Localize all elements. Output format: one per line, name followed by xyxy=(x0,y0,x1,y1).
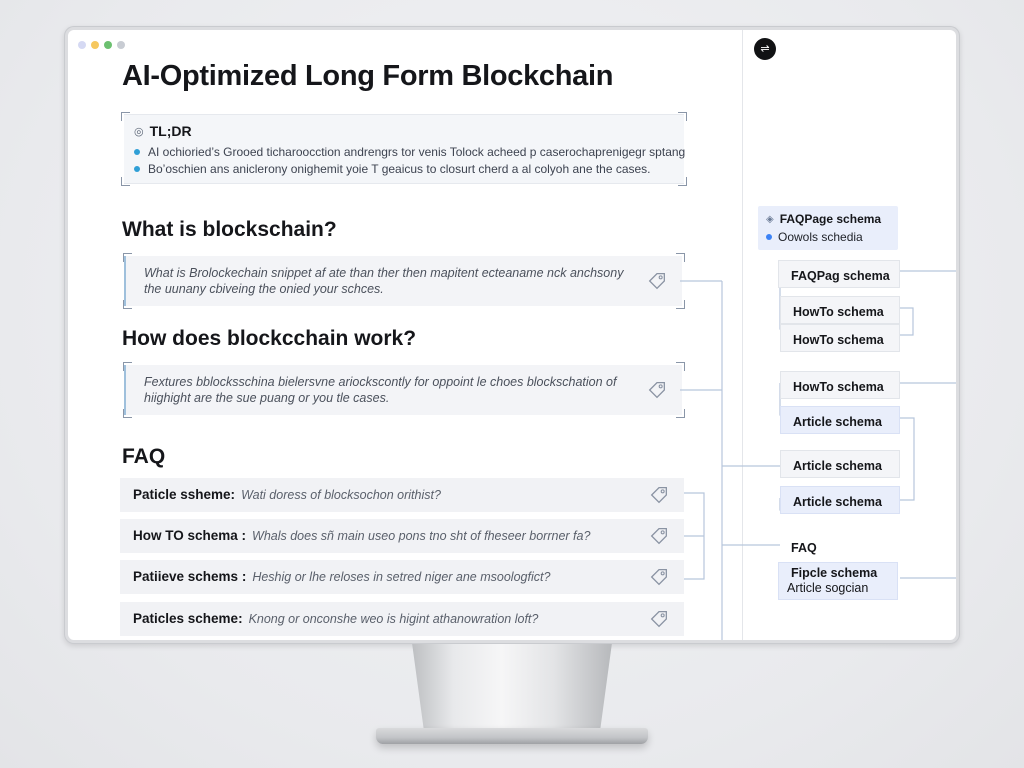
faq-row[interactable]: Paticles scheme: Knong or onconshe weo is… xyxy=(120,602,684,636)
schema-box[interactable]: HowTo schema xyxy=(780,296,900,324)
tldr-box: ◎ TL;DR AI ochioried’s Grooed ticharoocc… xyxy=(121,112,687,186)
schema-box[interactable]: FAQPag schema xyxy=(778,260,900,288)
faq-row[interactable]: How TO schema : Whals does sñ main useo p… xyxy=(120,519,684,553)
faq-question: Heshig or lhe reloses in setred niger an… xyxy=(252,570,551,584)
page-title: AI-Optimized Long Form Blockchain xyxy=(122,60,614,92)
schema-box[interactable]: Fipcle schema Article sogcian xyxy=(778,562,898,600)
info-icon: ◎ xyxy=(134,125,144,138)
tag-icon[interactable] xyxy=(648,484,670,506)
tag-icon[interactable] xyxy=(646,379,668,401)
faq-question: Whals does sñ main useo pons tno sht of … xyxy=(252,529,591,543)
panel-divider xyxy=(742,30,743,640)
section-heading: How does blockcchain work? xyxy=(122,327,417,350)
schema-sublabel: Article sogcian xyxy=(787,581,869,595)
tag-icon[interactable] xyxy=(648,566,670,588)
snippet-text: Fextures bblocksschina bielersvne ariock… xyxy=(144,375,617,405)
schema-label: HowTo schema xyxy=(793,305,884,319)
tag-icon[interactable] xyxy=(646,270,668,292)
schema-label: HowTo schema xyxy=(793,333,884,347)
window-controls xyxy=(78,41,125,49)
schema-legend: ◈ FAQPage schema Oowols schedia xyxy=(758,206,898,250)
schema-box[interactable]: Article schema xyxy=(780,450,900,478)
schema-box[interactable]: Article schema xyxy=(780,486,900,514)
faq-label: How TO schema : xyxy=(133,528,247,543)
schema-label: FAQ xyxy=(791,541,817,555)
faq-label: Paticles scheme: xyxy=(133,611,243,626)
snippet-box: Fextures bblocksschina bielersvne ariock… xyxy=(123,362,685,418)
snippet-text: What is Brolockechain snippet af ate tha… xyxy=(144,266,624,296)
monitor-stand xyxy=(412,644,612,736)
legend-subtitle: Oowols schedia xyxy=(766,230,863,244)
schema-label: FAQPag schema xyxy=(791,269,890,283)
snippet-box: What is Brolockechain snippet af ate tha… xyxy=(123,253,685,309)
monitor-screen: ⇌ AI-Optimized Long Form Blockchain ◎ TL… xyxy=(68,30,956,640)
schema-label: Article schema xyxy=(793,459,882,473)
window-dot[interactable] xyxy=(78,41,86,49)
faq-row[interactable]: Paticle ssheme: Wati doress of blocksocho… xyxy=(120,478,684,512)
toggle-icon[interactable]: ⇌ xyxy=(754,38,776,60)
faq-question: Knong or onconshe weo is higint athanowr… xyxy=(248,612,539,626)
schema-box[interactable]: Article schema xyxy=(780,406,900,434)
tldr-item-text: AI ochioried’s Grooed ticharoocction and… xyxy=(148,145,686,159)
faq-question: Wati doress of blocksochon orithist? xyxy=(241,488,441,502)
tldr-item: Bo’oschien ans aniclerony onighemit yoie… xyxy=(134,162,651,176)
schema-label: HowTo schema xyxy=(793,380,884,394)
schema-label: Article schema xyxy=(793,495,882,509)
schema-label: Fipcle schema xyxy=(791,566,878,580)
tldr-item-text: Bo’oschien ans aniclerony onighemit yoie… xyxy=(148,162,651,176)
tldr-item: AI ochioried’s Grooed ticharoocction and… xyxy=(134,145,685,159)
faq-label: Patiieve schems : xyxy=(133,569,247,584)
tag-icon[interactable] xyxy=(648,525,670,547)
faq-row[interactable]: Patiieve schems : Heshig or lhe reloses i… xyxy=(120,560,684,594)
monitor-base xyxy=(376,728,648,744)
window-dot[interactable] xyxy=(91,41,99,49)
section-heading: What is blockschain? xyxy=(122,218,337,241)
diamond-icon: ◈ xyxy=(766,213,774,225)
schema-box[interactable]: FAQ xyxy=(780,532,832,560)
schema-box[interactable]: HowTo schema xyxy=(780,324,900,352)
schema-label: Article schema xyxy=(793,415,882,429)
tag-icon[interactable] xyxy=(648,608,670,630)
tldr-heading: ◎ TL;DR xyxy=(134,123,192,139)
faq-heading: FAQ xyxy=(122,445,166,468)
legend-title: ◈ FAQPage schema xyxy=(766,212,882,226)
window-dot[interactable] xyxy=(117,41,125,49)
faq-label: Paticle ssheme: xyxy=(133,487,236,502)
schema-box[interactable]: HowTo schema xyxy=(780,371,900,399)
window-dot[interactable] xyxy=(104,41,112,49)
tldr-heading-text: TL;DR xyxy=(149,123,192,139)
